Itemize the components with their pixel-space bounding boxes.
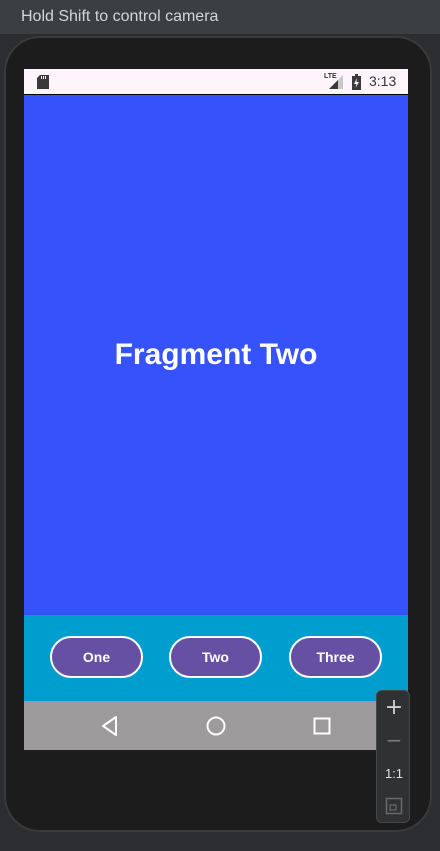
home-icon[interactable] <box>205 715 227 737</box>
zoom-controls: + − 1:1 <box>376 690 410 823</box>
three-button[interactable]: Three <box>289 636 382 678</box>
sd-card-icon <box>37 75 49 89</box>
back-icon[interactable] <box>99 715 121 737</box>
status-clock: 3:13 <box>369 73 397 89</box>
device-screen[interactable]: LTE 3:13 Fragment Two One Two Three <box>24 69 408 750</box>
fragment-container: Fragment Two <box>24 95 408 615</box>
fit-screen-icon[interactable] <box>385 797 403 815</box>
battery-charging-icon <box>352 74 361 90</box>
status-bar: LTE 3:13 <box>24 69 408 94</box>
signal-icon <box>329 75 343 89</box>
button-panel: One Two Three <box>24 615 408 701</box>
actual-size-button[interactable]: 1:1 <box>377 765 411 783</box>
camera-hint-text: Hold Shift to control camera <box>21 8 219 25</box>
zoom-out-icon[interactable]: − <box>377 727 411 753</box>
zoom-in-icon[interactable]: + <box>377 695 411 721</box>
system-nav-bar <box>24 701 408 750</box>
one-button[interactable]: One <box>50 636 143 678</box>
two-button[interactable]: Two <box>169 636 262 678</box>
fragment-title: Fragment Two <box>114 338 318 371</box>
recents-icon[interactable] <box>311 715 333 737</box>
camera-hint-bar: Hold Shift to control camera <box>0 0 440 34</box>
